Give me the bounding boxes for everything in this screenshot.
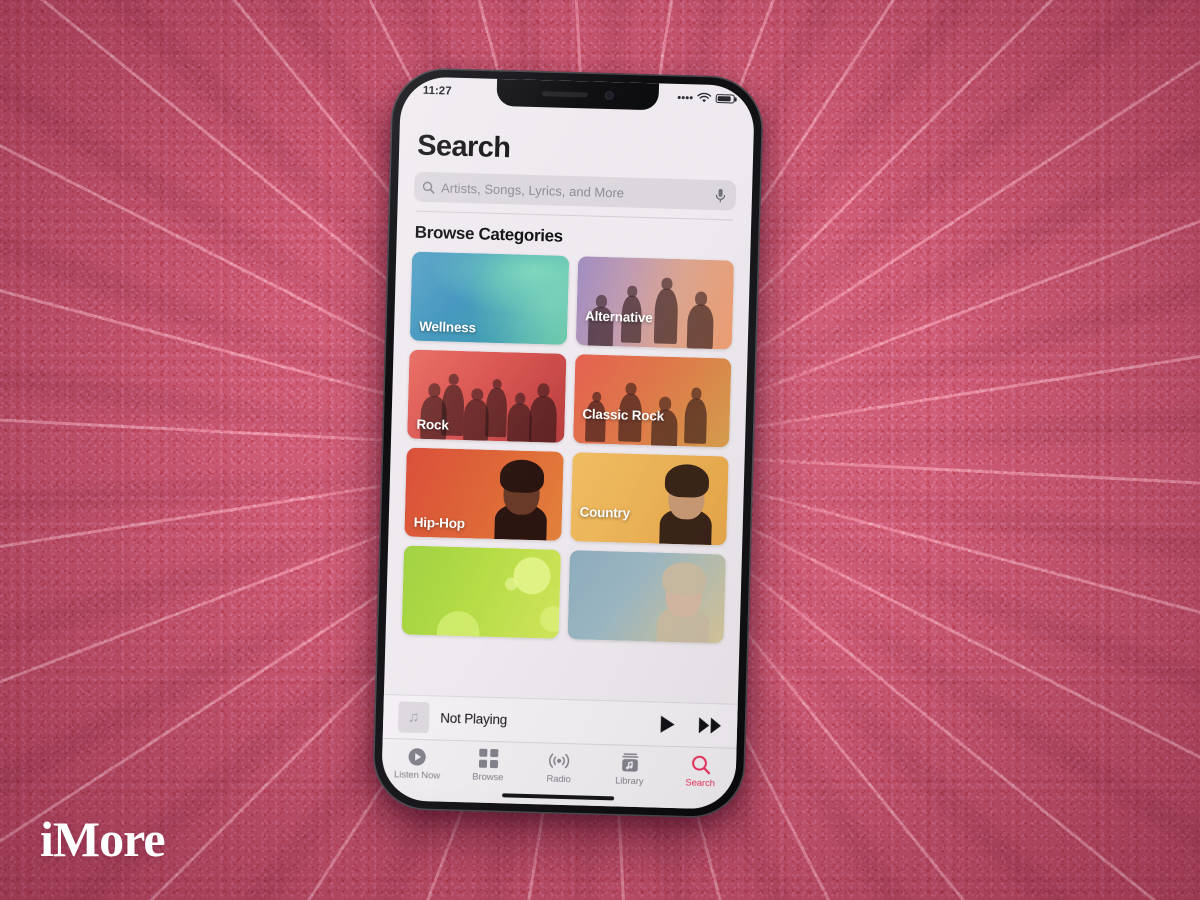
category-label: Hip-Hop bbox=[413, 514, 466, 532]
status-indicators bbox=[677, 92, 735, 105]
status-time: 11:27 bbox=[422, 84, 452, 98]
tab-label: Browse bbox=[472, 771, 504, 784]
tab-listen-now[interactable]: Listen Now bbox=[382, 745, 454, 782]
category-label: Alternative bbox=[584, 308, 653, 326]
category-tile[interactable]: Rock bbox=[407, 349, 566, 443]
artwork-figures bbox=[575, 256, 734, 350]
browse-categories-grid: Wellness Alternative Rock Classic Rock Hip-H… bbox=[401, 251, 735, 644]
wifi-icon bbox=[697, 92, 712, 103]
category-label: Wellness bbox=[418, 318, 477, 336]
search-icon bbox=[422, 181, 435, 194]
category-tile[interactable]: Wellness bbox=[409, 251, 569, 345]
artwork-portrait bbox=[648, 559, 719, 644]
search-divider bbox=[415, 210, 734, 221]
radio-waves-icon bbox=[547, 750, 572, 772]
now-playing-title: Not Playing bbox=[440, 710, 508, 728]
signal-dots-icon bbox=[677, 96, 693, 100]
category-artwork bbox=[401, 545, 561, 639]
imore-watermark: iMore bbox=[40, 811, 166, 867]
artwork-portrait bbox=[651, 462, 722, 546]
phone-screen: 11:27 Search Artists, Songs, Lyrics, and… bbox=[380, 76, 756, 810]
tab-label: Radio bbox=[546, 773, 571, 786]
search-field-container[interactable] bbox=[413, 171, 737, 211]
category-tile[interactable] bbox=[401, 545, 561, 639]
listen-now-icon bbox=[407, 746, 428, 768]
category-tile[interactable] bbox=[567, 550, 726, 644]
category-tile[interactable]: Alternative bbox=[575, 256, 735, 350]
battery-icon bbox=[715, 93, 735, 104]
browse-grid-icon bbox=[478, 748, 499, 770]
section-title: Browse Categories bbox=[414, 222, 564, 246]
search-input[interactable] bbox=[440, 179, 708, 203]
category-tile[interactable]: Classic Rock bbox=[572, 354, 732, 448]
tab-label: Search bbox=[685, 777, 716, 790]
artwork-figures bbox=[572, 354, 731, 448]
tab-label: Library bbox=[615, 775, 644, 788]
artwork-portrait bbox=[486, 457, 557, 541]
category-tile[interactable]: Hip-Hop bbox=[404, 447, 564, 541]
tab-search[interactable]: Search bbox=[665, 753, 737, 790]
page-title: Search bbox=[416, 129, 511, 165]
fast-forward-button[interactable] bbox=[698, 716, 723, 736]
library-icon bbox=[621, 752, 640, 773]
tab-radio[interactable]: Radio bbox=[523, 749, 595, 786]
category-label: Country bbox=[579, 504, 631, 521]
category-label: Rock bbox=[416, 416, 449, 433]
category-tile[interactable]: Country bbox=[569, 452, 729, 546]
iphone-device: 11:27 Search Artists, Songs, Lyrics, and… bbox=[371, 66, 765, 820]
tab-browse[interactable]: Browse bbox=[452, 747, 524, 784]
music-note-icon: ♫ bbox=[397, 701, 430, 734]
play-button[interactable] bbox=[659, 715, 677, 734]
category-label: Classic Rock bbox=[582, 406, 665, 424]
tab-label: Listen Now bbox=[393, 769, 441, 782]
microphone-icon[interactable] bbox=[713, 187, 728, 202]
tab-bar: Listen Now Browse Radio Library Search bbox=[380, 737, 737, 810]
search-screen-content: Search Browse Categories Wellness bbox=[384, 103, 754, 704]
search-icon bbox=[690, 754, 711, 776]
tab-library[interactable]: Library bbox=[594, 751, 666, 788]
screenshot-scene: 11:27 Search Artists, Songs, Lyrics, and… bbox=[0, 0, 1200, 900]
